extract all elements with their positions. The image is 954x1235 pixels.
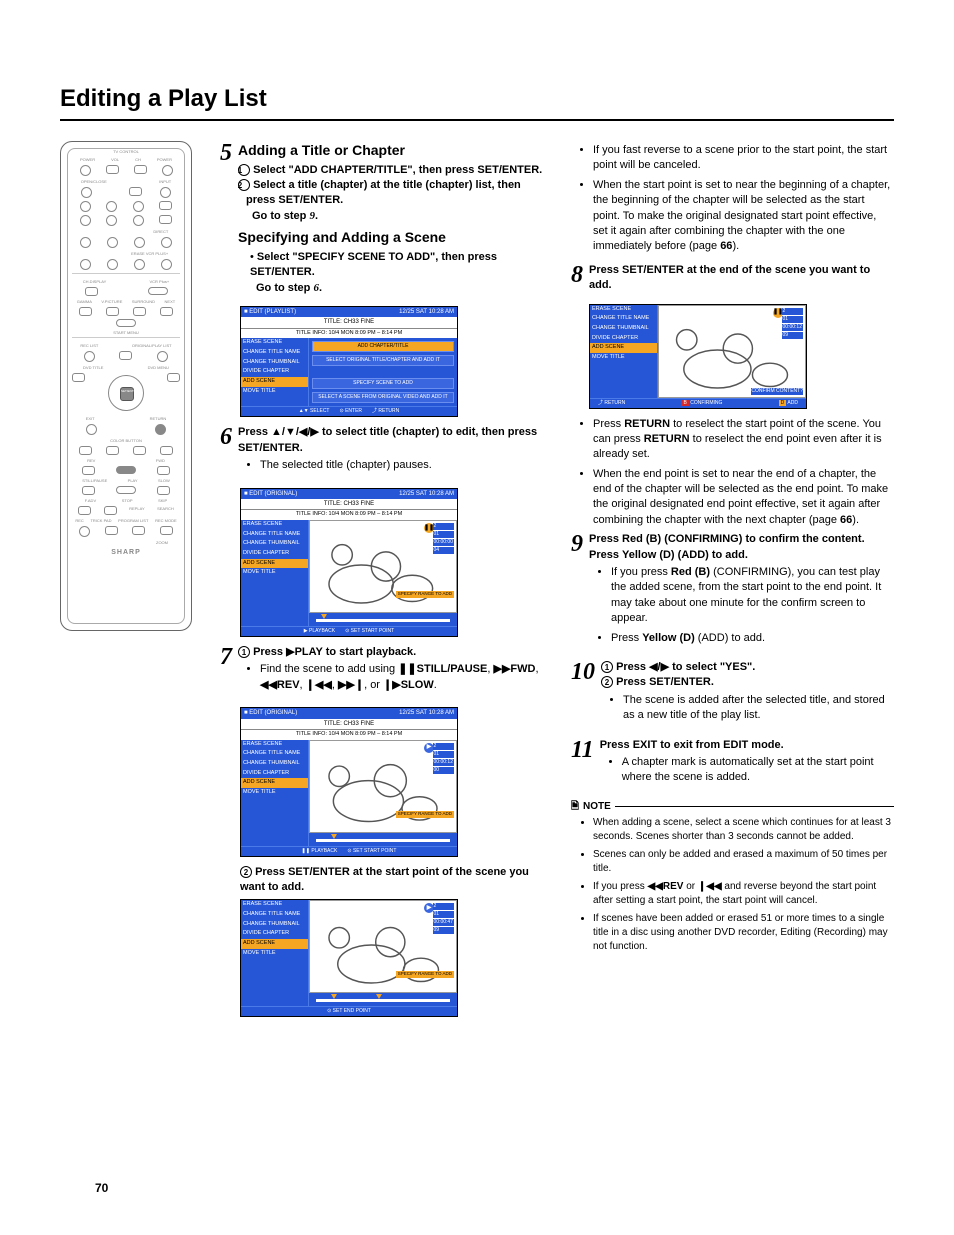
step9-bullet-1: If you press Red (B) (CONFIRMING), you c…: [611, 565, 894, 627]
remote-control-illustration: TV CONTROL POWER VOL CH POWER OPEN/CLOSE…: [60, 141, 192, 631]
note-bullet-1: When adding a scene, select a scene whic…: [593, 816, 894, 844]
screen-confirm: ERASE SCENECHANGE TITLE NAMECHANGE THUMB…: [589, 304, 807, 409]
intro-bullet-2: When the start point is set to near the …: [593, 178, 894, 255]
step-number: 10: [571, 660, 595, 684]
step5-heading2: Specifying and Adding a Scene: [238, 228, 543, 248]
step8-bullet-2: When the end point is set to near the en…: [593, 467, 894, 529]
step-number: 5: [220, 141, 232, 165]
step5-heading: Adding a Title or Chapter: [238, 141, 543, 161]
note-bullet-3: If you press ◀◀REV or ❙◀◀ and reverse be…: [593, 880, 894, 908]
page-title: Editing a Play List: [60, 85, 894, 121]
step8-bullet-1: Press RETURN to reselect the start point…: [593, 417, 894, 463]
substep-2: 2: [238, 179, 250, 191]
step11-bullet: A chapter mark is automatically set at t…: [622, 755, 894, 786]
step-number: 8: [571, 263, 583, 287]
note-bullet-2: Scenes can only be added and erased a ma…: [593, 848, 894, 876]
step-number: 6: [220, 425, 232, 449]
step-number: 7: [220, 645, 232, 669]
note-label: NOTE: [583, 800, 611, 814]
intro-bullet-1: If you fast reverse to a scene prior to …: [593, 143, 894, 174]
step6-bullet: The selected title (chapter) pauses.: [260, 458, 543, 473]
step10-bullet: The scene is added after the selected ti…: [623, 693, 894, 724]
step-number: 9: [571, 532, 583, 556]
step9-bullet-2: Press Yellow (D) (ADD) to add.: [611, 631, 894, 646]
note-icon: 🗎: [571, 800, 579, 814]
page-number: 70: [95, 1181, 108, 1195]
note-bullet-4: If scenes have been added or erased 51 o…: [593, 912, 894, 954]
screen-original-play: ■ EDIT (ORIGINAL)12/25 SAT 10:28 AM TITL…: [240, 707, 458, 856]
step-number: 11: [571, 738, 594, 762]
screen-set-end: ERASE SCENECHANGE TITLE NAMECHANGE THUMB…: [240, 899, 458, 1017]
screen-original-pause: ■ EDIT (ORIGINAL)12/25 SAT 10:28 AM TITL…: [240, 488, 458, 637]
substep-1: 1: [238, 164, 250, 176]
screen-playlist-add: ■ EDIT (PLAYLIST)12/25 SAT 10:28 AM TITL…: [240, 306, 458, 417]
step7-bullet: Find the scene to add using ❚❚STILL/PAUS…: [260, 662, 543, 693]
